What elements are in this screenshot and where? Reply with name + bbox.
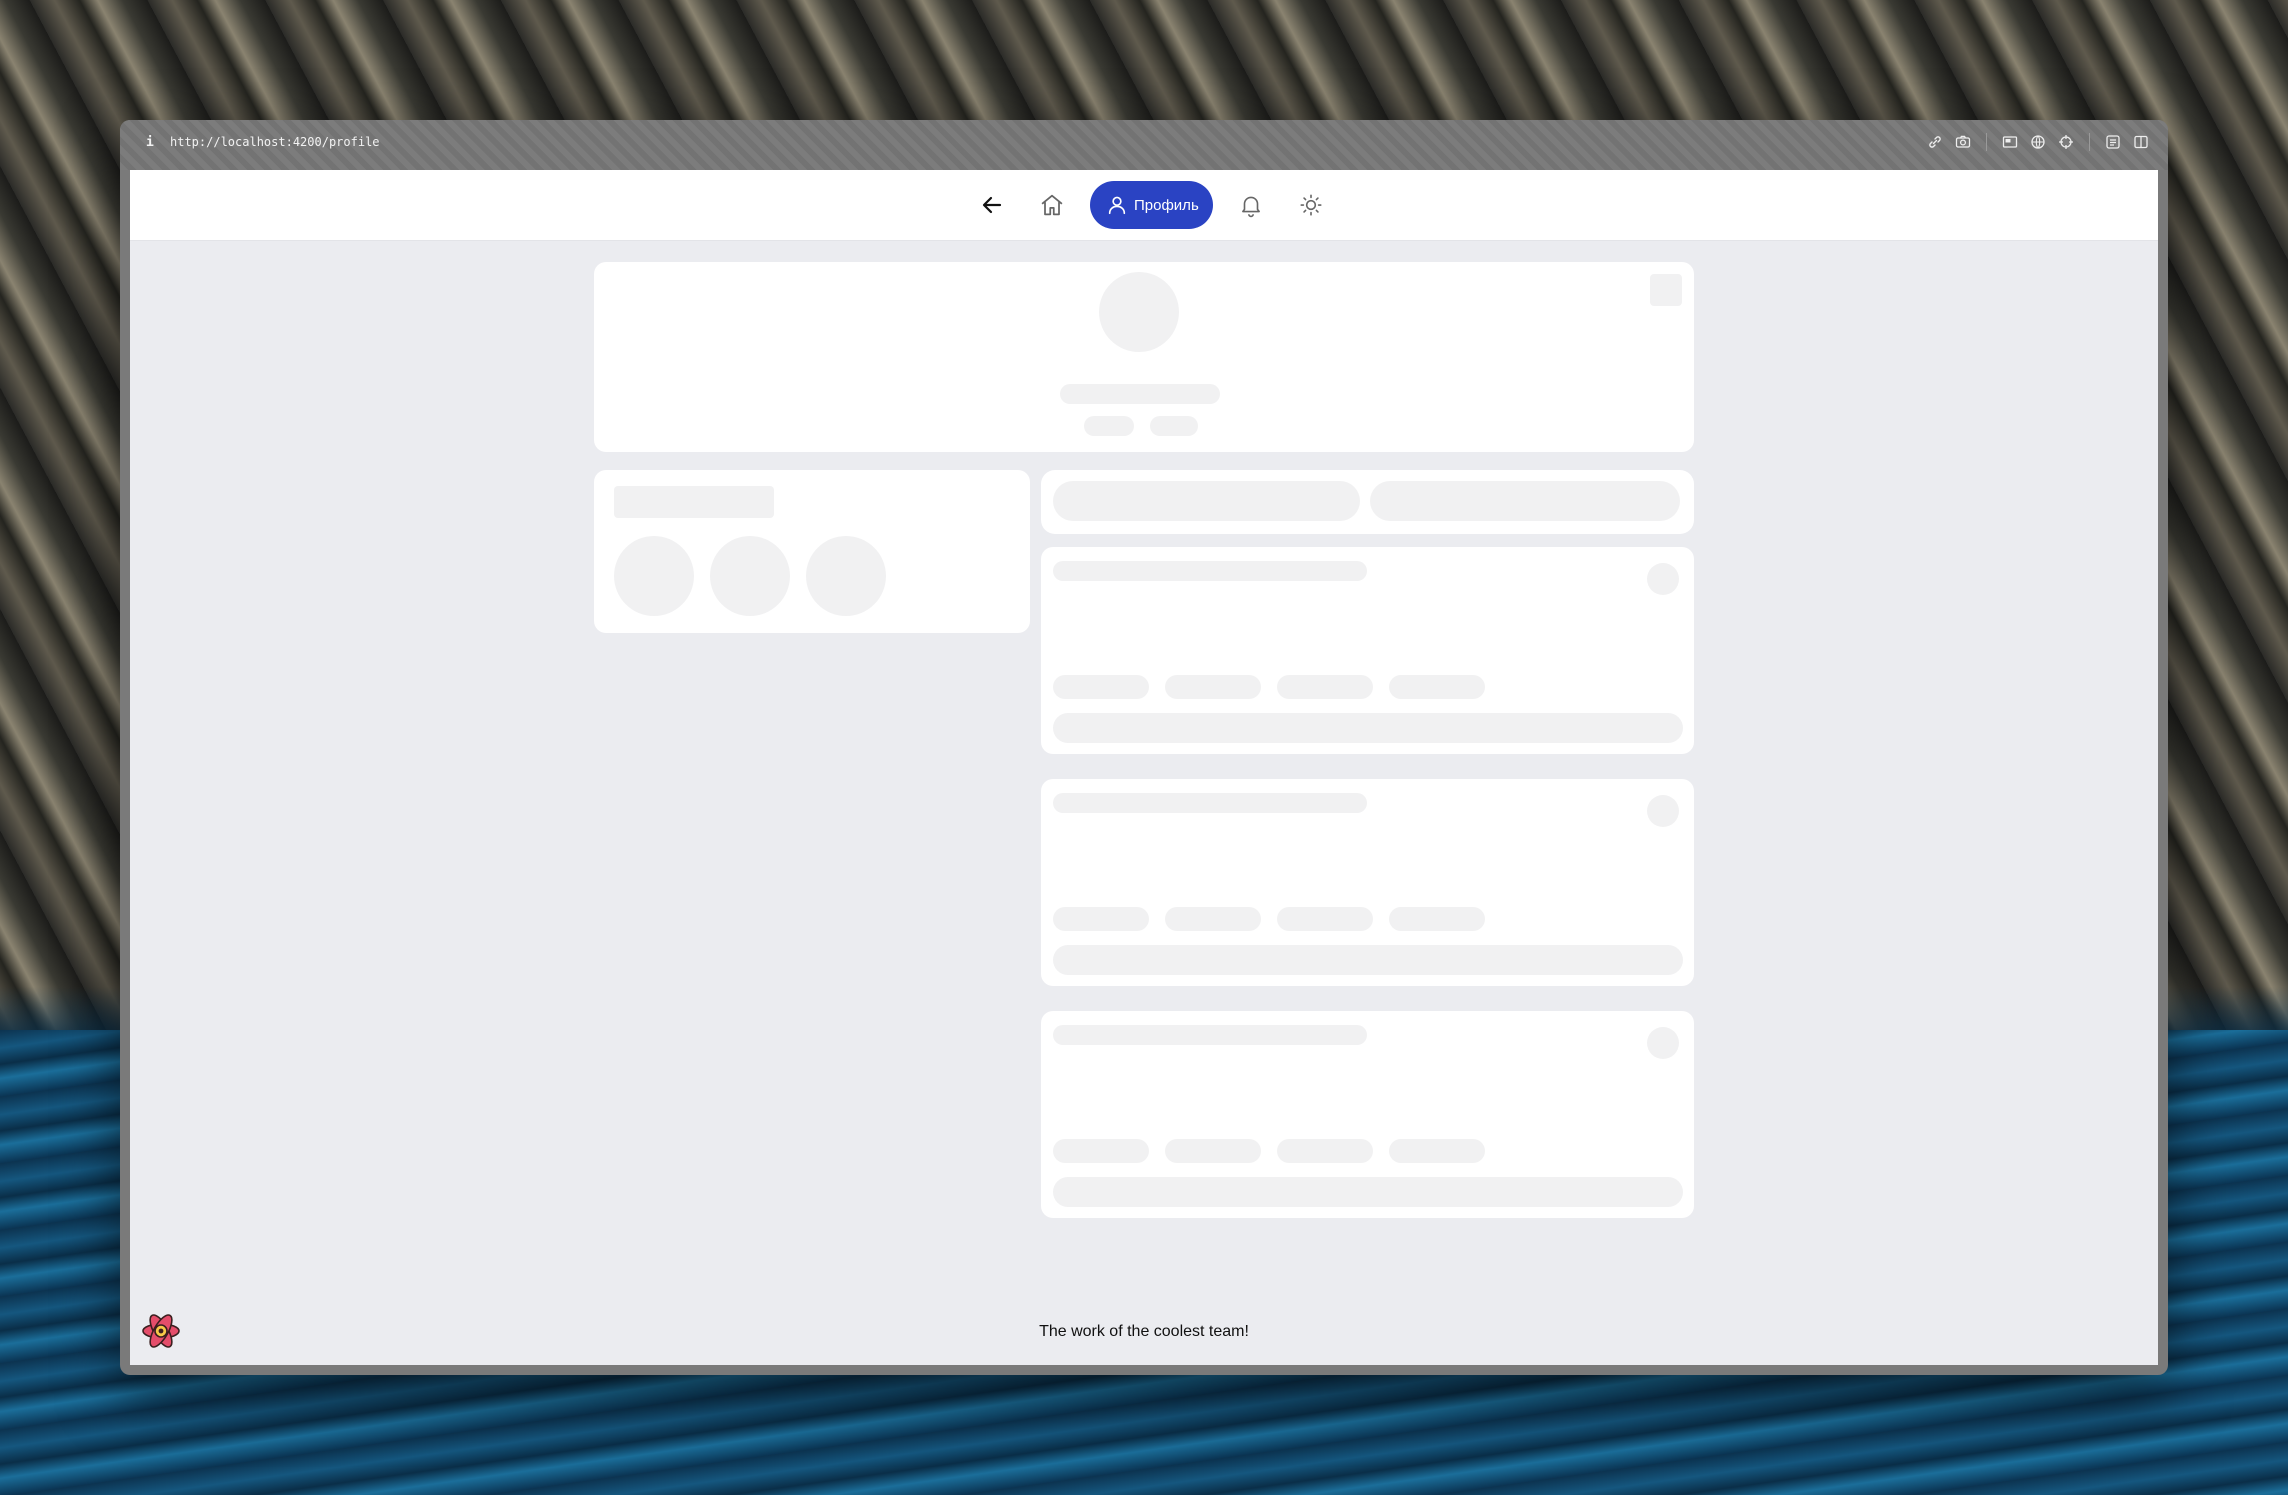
post-title-skeleton	[1053, 561, 1367, 581]
tag-skeleton	[1389, 907, 1485, 931]
post-skeleton-card	[1041, 547, 1694, 754]
avatar-skeleton	[1099, 272, 1179, 352]
post-footer-skeleton	[1053, 713, 1683, 743]
post-footer-skeleton	[1053, 945, 1683, 975]
back-arrow-icon	[982, 196, 1002, 214]
home-button[interactable]	[1030, 183, 1074, 227]
tag-skeleton	[1053, 675, 1149, 699]
tag-skeleton	[1277, 1139, 1373, 1163]
post-skeleton-card	[1041, 1011, 1694, 1218]
crosshair-icon[interactable]	[2057, 133, 2075, 151]
camera-icon[interactable]	[1954, 133, 1972, 151]
friend-avatar-skeleton	[806, 536, 886, 616]
home-icon	[1041, 194, 1063, 216]
user-icon	[1108, 196, 1126, 215]
post-menu-skeleton	[1647, 1027, 1679, 1059]
tag-skeleton	[1053, 1139, 1149, 1163]
post-menu-skeleton	[1647, 795, 1679, 827]
sun-icon	[1300, 194, 1322, 216]
theme-toggle-button[interactable]	[1289, 183, 1333, 227]
post-skeleton-card	[1041, 779, 1694, 986]
post-title-skeleton	[1053, 793, 1367, 813]
friend-avatar-skeleton	[710, 536, 790, 616]
friends-skeleton-card	[594, 470, 1030, 633]
tabs-skeleton	[1041, 470, 1694, 534]
site-info-icon[interactable]: i	[146, 135, 154, 150]
tag-skeleton	[1389, 1139, 1485, 1163]
tag-skeleton	[1053, 907, 1149, 931]
tag-skeleton	[1389, 675, 1485, 699]
reader-icon[interactable]	[2104, 133, 2122, 151]
nav-buttons: Профиль	[970, 180, 1333, 230]
toolbar-separator	[1986, 133, 1987, 151]
footer-tagline: The work of the coolest team!	[1039, 1323, 1249, 1340]
profile-button[interactable]: Профиль	[1090, 181, 1213, 229]
tag-skeleton	[1165, 907, 1261, 931]
notifications-button[interactable]	[1229, 183, 1273, 227]
post-title-skeleton	[1053, 1025, 1367, 1045]
address-bar-url[interactable]: http://localhost:4200/profile	[170, 135, 380, 149]
split-view-icon[interactable]	[2132, 133, 2150, 151]
tab-skeleton	[1053, 481, 1360, 521]
web-page: Профиль The work of the coolest team!	[130, 170, 2158, 1365]
section-title-skeleton	[614, 486, 774, 518]
picture-in-picture-icon[interactable]	[2001, 133, 2019, 151]
profile-button-label: Профиль	[1134, 196, 1199, 214]
top-navbar: Профиль	[130, 170, 2158, 241]
tag-skeleton	[1165, 1139, 1261, 1163]
post-menu-skeleton	[1647, 563, 1679, 595]
friend-avatar-skeleton	[614, 536, 694, 616]
tag-skeleton	[1277, 907, 1373, 931]
tag-skeleton	[1165, 675, 1261, 699]
link-icon[interactable]	[1926, 133, 1944, 151]
stat-skeleton	[1150, 416, 1198, 436]
toolbar-separator	[2089, 133, 2090, 151]
globe-icon[interactable]	[2029, 133, 2047, 151]
browser-titlebar: i http://localhost:4200/profile	[120, 120, 2168, 170]
stat-skeleton	[1084, 416, 1134, 436]
name-skeleton	[1060, 384, 1220, 404]
tag-skeleton	[1277, 675, 1373, 699]
tab-skeleton	[1370, 481, 1680, 521]
bell-icon	[1241, 196, 1260, 218]
browser-window: i http://localhost:4200/profile Профиль …	[120, 120, 2168, 1375]
back-button[interactable]	[970, 183, 1014, 227]
post-footer-skeleton	[1053, 1177, 1683, 1207]
settings-button-skeleton	[1650, 274, 1682, 306]
browser-toolbar-icons	[1926, 133, 2150, 151]
profile-header-skeleton	[594, 262, 1694, 452]
